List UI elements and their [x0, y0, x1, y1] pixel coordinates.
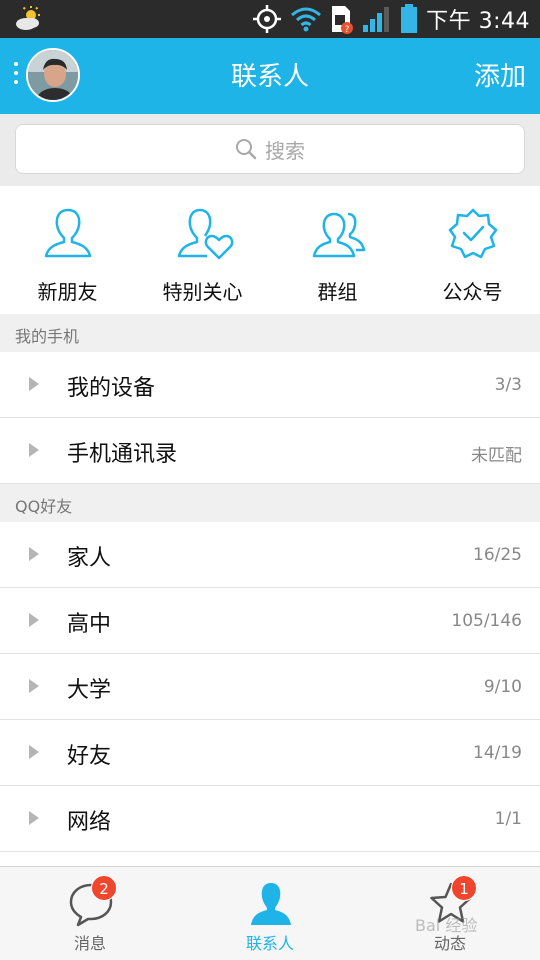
quick-entry-label: 新朋友: [37, 280, 98, 304]
group-row[interactable]: 家人 16/25: [0, 522, 540, 588]
new-friend-icon: [44, 208, 92, 258]
section-header-qq-friends: QQ好友: [0, 484, 540, 522]
expand-arrow-icon: [29, 613, 39, 627]
avatar-image: [28, 50, 78, 100]
group-row[interactable]: 手机通讯录 未匹配: [0, 418, 540, 484]
official-account-icon: [448, 208, 498, 259]
unread-badge: 2: [91, 875, 117, 901]
status-bar: ? 下午 3:44: [0, 0, 540, 38]
title-bar: 联系人 添加: [0, 38, 540, 114]
tab-label: 动态: [433, 934, 466, 953]
expand-arrow-icon: [29, 547, 39, 561]
tab-feed[interactable]: 1 动态: [360, 867, 540, 960]
quick-entry-special-care[interactable]: 特别关心: [135, 186, 270, 314]
section-title: QQ好友: [15, 497, 73, 516]
quick-entry-official-account[interactable]: 公众号: [405, 186, 540, 314]
unread-badge: 1: [451, 875, 477, 901]
tab-contacts[interactable]: 联系人: [180, 867, 360, 960]
gps-icon: [253, 5, 282, 33]
page-title: 联系人: [230, 62, 309, 92]
expand-arrow-icon: [29, 443, 39, 457]
tab-messages[interactable]: 2 消息: [0, 867, 180, 960]
expand-arrow-icon: [29, 377, 39, 391]
quick-entries: 新朋友 特别关心 群组 公众号: [0, 186, 540, 314]
search-placeholder: 搜索: [265, 138, 305, 163]
group-name: 家人: [67, 546, 112, 571]
menu-dots-icon[interactable]: [14, 62, 20, 90]
group-name: 我的设备: [67, 376, 156, 401]
avatar[interactable]: [26, 48, 80, 102]
search-icon: [236, 139, 257, 160]
section-header-my-phone: 我的手机: [0, 314, 540, 352]
group-row[interactable]: 好友 14/19: [0, 720, 540, 786]
expand-arrow-icon: [29, 811, 39, 825]
add-button[interactable]: 添加: [474, 56, 526, 93]
group-count: 16/25: [473, 545, 522, 565]
battery-icon: [401, 4, 418, 33]
group-count: 3/3: [494, 375, 522, 395]
group-row[interactable]: 大学 9/10: [0, 654, 540, 720]
group-count: 105/146: [451, 611, 522, 631]
group-row[interactable]: 网络 1/1: [0, 786, 540, 852]
group-name: 大学: [67, 678, 112, 703]
quick-entry-group[interactable]: 群组: [270, 186, 405, 314]
weather-icon: [16, 6, 40, 30]
expand-arrow-icon: [29, 745, 39, 759]
group-name: 高中: [67, 612, 112, 637]
tab-label: 联系人: [245, 934, 294, 953]
tab-label: 消息: [73, 934, 106, 953]
group-name: 好友: [67, 744, 112, 769]
section-title: 我的手机: [15, 327, 80, 346]
group-count: 未匹配: [471, 446, 522, 466]
svg-text:?: ?: [345, 25, 350, 34]
group-row[interactable]: 高中 105/146: [0, 588, 540, 654]
group-name: 网络: [67, 810, 112, 835]
group-count: 1/1: [494, 809, 522, 829]
group-name: 手机通讯录: [67, 442, 178, 467]
sim-alert-icon: ?: [332, 6, 354, 34]
status-time: 下午 3:44: [426, 9, 530, 34]
special-care-icon: [177, 208, 234, 260]
signal-icon: [363, 7, 390, 32]
group-count: 9/10: [483, 677, 522, 697]
quick-entry-new-friend[interactable]: 新朋友: [0, 186, 135, 314]
wifi-icon: [291, 7, 322, 32]
quick-entry-label: 公众号: [442, 280, 503, 304]
search-input[interactable]: 搜索: [15, 124, 525, 174]
quick-entry-label: 群组: [317, 280, 358, 304]
search-area: 搜索: [0, 114, 540, 186]
bottom-tab-bar: 2 消息 联系人 1 动态: [0, 866, 540, 960]
contacts-icon: [251, 883, 291, 925]
expand-arrow-icon: [29, 679, 39, 693]
group-count: 14/19: [473, 743, 522, 763]
quick-entry-label: 特别关心: [162, 280, 243, 304]
group-row[interactable]: 我的设备 3/3: [0, 352, 540, 418]
group-icon: [312, 212, 366, 258]
